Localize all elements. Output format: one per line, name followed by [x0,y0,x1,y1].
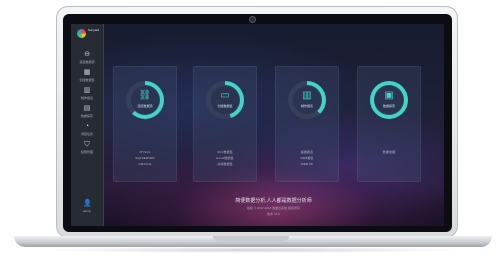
card-item-list: 数据地图 [358,149,420,155]
laptop-notch [213,236,289,241]
bar-chart-icon: ▥ [302,90,312,101]
footer-slogan: 简便数据分析,人人都是数据分析师 [235,198,312,204]
list-item[interactable]: 关联数据集 [194,161,256,167]
app-screen: Sunyard ⊖ 连接数据源 ▦ 创建数据集 ▥ 制作报表 ▤ 数据探索 ◔ … [71,24,444,226]
card-item-list: SQL数据集 Excel数据集 关联数据集 [194,149,256,167]
list-item[interactable]: 数据地图 [358,149,420,155]
progress-ring: ⛓ 连接数据源 [126,81,164,119]
sidebar-item-permission[interactable]: ⛉ 权限管理 [71,141,103,154]
webcam-icon [249,16,256,23]
shield-icon: ⛉ [84,141,90,148]
link-icon: ⛓ [138,90,152,101]
card-connect-datasource[interactable]: ⛓ 连接数据源 MYSQL SQLSERVER ORACLE [113,66,177,182]
sidebar-item-report[interactable]: ▥ 制作报表 [71,87,103,100]
sidebar-item-label: 连接数据源 [79,60,95,64]
card-title: 制作报表 [300,104,313,108]
sidebar-item-label: 权限管理 [80,150,93,154]
brand-title: Sunyard [88,28,100,32]
card-data-explore[interactable]: ▣ 数据探索 数据地图 [357,66,421,182]
link-icon: ⊖ [84,51,90,58]
sidebar-item-label: 制作报表 [80,96,93,100]
sidebar-item-schedule[interactable]: ◔ 调度任务 [71,123,103,136]
list-item[interactable]: ORACLE [114,161,176,167]
sidebar-item-connect[interactable]: ⊖ 连接数据源 [71,51,103,64]
message-icon: ▤ [83,105,91,112]
progress-ring: ▣ 数据探索 [370,81,408,119]
footer-copyright: 版权 © 2017-2018 信雅达系统 版权所有 [247,206,300,210]
dataset-icon: ▭ [220,90,230,101]
calendar-icon: ▦ [83,69,91,76]
list-item[interactable]: WEB 3D [276,161,338,167]
progress-ring: ▥ 制作报表 [288,81,326,119]
chart-icon: ▥ [83,87,91,94]
sidebar-item-explore[interactable]: ▤ 数据探索 [71,105,103,118]
progress-ring: ▭ 创建数据集 [206,81,244,119]
card-make-report[interactable]: ▥ 制作报表 拖拽报表 WEB报表 WEB 3D [275,66,339,182]
screen-chart-icon: ▣ [384,90,394,101]
clock-icon: ◔ [84,123,90,130]
card-title: 创建数据集 [217,104,233,108]
sidebar: Sunyard ⊖ 连接数据源 ▦ 创建数据集 ▥ 制作报表 ▤ 数据探索 ◔ … [71,24,104,226]
card-item-list: 拖拽报表 WEB报表 WEB 3D [276,149,338,167]
card-title: 连接数据源 [137,104,153,108]
laptop-shadow [40,247,466,253]
card-item-list: MYSQL SQLSERVER ORACLE [114,149,176,167]
brand-logo-icon [77,29,86,38]
sidebar-item-dataset[interactable]: ▦ 创建数据集 [71,69,103,82]
footer-version: 版本 V1.0 [266,212,280,216]
sidebar-item-label: 调度任务 [80,132,93,136]
sidebar-item-label: 创建数据集 [79,78,95,82]
card-create-dataset[interactable]: ▭ 创建数据集 SQL数据集 Excel数据集 关联数据集 [193,66,257,182]
sidebar-item-label: 数据探索 [80,114,93,118]
card-title: 数据探索 [382,104,395,108]
